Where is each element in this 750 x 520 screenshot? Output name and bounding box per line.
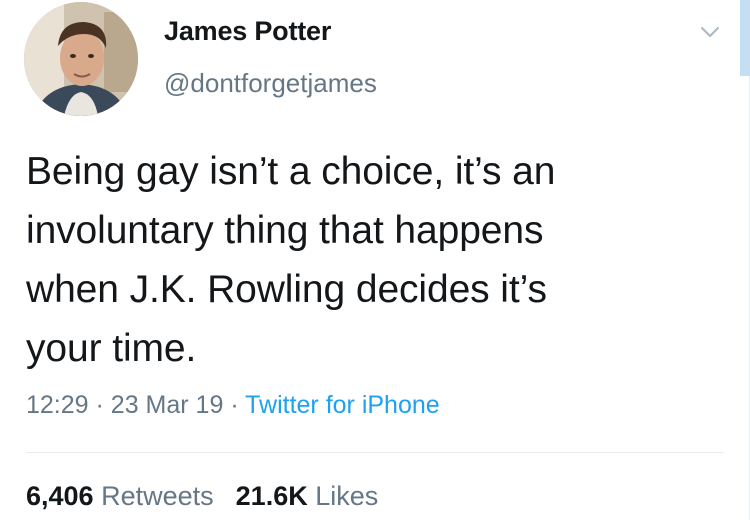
likes-count: 21.6K — [235, 481, 308, 511]
user-handle[interactable]: @dontforgetjames — [164, 68, 377, 99]
meta-separator: · — [95, 391, 104, 419]
retweets-label: Retweets — [101, 481, 214, 511]
display-name[interactable]: James Potter — [164, 16, 331, 47]
tweet-metadata: 12:29 · 23 Mar 19 · Twitter for iPhone — [26, 391, 440, 420]
likes-label: Likes — [315, 481, 379, 511]
tweet-text-line: your time. — [26, 327, 197, 370]
likes-stat[interactable]: 21.6K Likes — [236, 481, 379, 511]
tweet-text: Being gay isn’t a choice, it’s an involu… — [26, 142, 726, 378]
retweets-count: 6,406 — [26, 481, 94, 511]
tweet-date[interactable]: 23 Mar 19 — [111, 391, 224, 419]
tweet-stats: 6,406 Retweets 21.6K Likes — [26, 481, 378, 512]
tweet-source-link[interactable]: Twitter for iPhone — [245, 391, 440, 419]
tweet-text-line: involuntary thing that happens — [26, 209, 544, 252]
avatar[interactable] — [24, 2, 138, 116]
retweets-stat[interactable]: 6,406 Retweets — [26, 481, 214, 511]
avatar-image — [24, 2, 138, 116]
divider — [26, 452, 724, 453]
chevron-down-icon[interactable] — [698, 20, 722, 44]
scrollbar-thumb[interactable] — [740, 0, 750, 76]
tweet-time[interactable]: 12:29 — [26, 391, 89, 419]
tweet-text-line: when J.K. Rowling decides it’s — [26, 268, 547, 311]
meta-separator: · — [230, 391, 239, 419]
tweet-text-line: Being gay isn’t a choice, it’s an — [26, 150, 556, 193]
tweet-card: James Potter @dontforgetjames Being gay … — [0, 0, 750, 520]
